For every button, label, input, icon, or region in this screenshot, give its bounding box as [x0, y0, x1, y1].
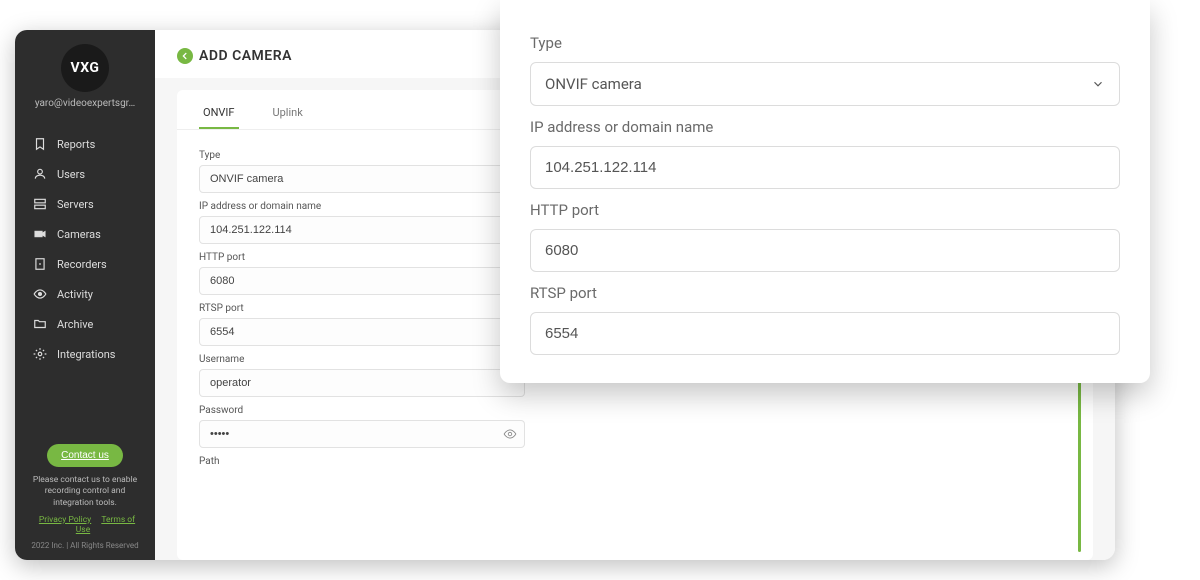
popup-http-input[interactable] — [530, 229, 1120, 272]
logo-block: VXG yaro@videoexpertsgr… — [15, 30, 155, 119]
password-input[interactable] — [199, 420, 525, 448]
back-icon[interactable] — [177, 48, 193, 64]
sidebar-label: Cameras — [57, 228, 101, 241]
label-username: Username — [199, 354, 525, 365]
sidebar-label: Integrations — [57, 348, 115, 361]
rtsp-port-input[interactable] — [199, 318, 525, 346]
popup-label-type: Type — [530, 34, 1120, 52]
camera-icon — [33, 227, 47, 241]
sidebar-item-archive[interactable]: Archive — [15, 309, 155, 339]
tab-uplink[interactable]: Uplink — [269, 98, 307, 129]
sidebar-label: Servers — [57, 198, 94, 211]
username-input[interactable] — [199, 369, 525, 397]
type-select[interactable] — [199, 165, 525, 193]
copyright: 2022 Inc. | All Rights Reserved — [27, 541, 143, 550]
tab-onvif[interactable]: ONVIF — [199, 98, 239, 129]
popup-type-select[interactable]: ONVIF camera — [530, 62, 1120, 106]
sidebar-item-cameras[interactable]: Cameras — [15, 219, 155, 249]
server-icon — [33, 197, 47, 211]
sidebar-label: Reports — [57, 138, 95, 151]
eye-icon — [33, 287, 47, 301]
eye-toggle-icon[interactable] — [503, 427, 517, 441]
label-rtsp: RTSP port — [199, 303, 525, 314]
sidebar-label: Activity — [57, 288, 93, 301]
user-email[interactable]: yaro@videoexpertsgr… — [35, 98, 135, 109]
folder-icon — [33, 317, 47, 331]
sidebar-item-integrations[interactable]: Integrations — [15, 339, 155, 369]
label-ip: IP address or domain name — [199, 201, 525, 212]
popup-label-ip: IP address or domain name — [530, 118, 1120, 136]
sidebar-item-recorders[interactable]: Recorders — [15, 249, 155, 279]
sidebar-item-servers[interactable]: Servers — [15, 189, 155, 219]
footer-note: Please contact us to enable recording co… — [27, 475, 143, 509]
label-path: Path — [199, 456, 525, 467]
popup-type-value: ONVIF camera — [545, 75, 642, 93]
sidebar-footer: Contact us Please contact us to enable r… — [15, 434, 155, 560]
form-area: Type IP address or domain name HTTP port… — [177, 130, 547, 467]
ip-input[interactable] — [199, 216, 525, 244]
popup-panel: Type ONVIF camera IP address or domain n… — [500, 0, 1150, 383]
label-type: Type — [199, 150, 525, 161]
user-icon — [33, 167, 47, 181]
label-password: Password — [199, 405, 525, 416]
page-title: ADD CAMERA — [199, 48, 292, 64]
sidebar-item-activity[interactable]: Activity — [15, 279, 155, 309]
popup-label-rtsp: RTSP port — [530, 284, 1120, 302]
popup-label-http: HTTP port — [530, 201, 1120, 219]
sidebar-item-reports[interactable]: Reports — [15, 129, 155, 159]
app-logo: VXG — [61, 44, 109, 92]
popup-rtsp-input[interactable] — [530, 312, 1120, 355]
privacy-link[interactable]: Privacy Policy — [39, 515, 91, 525]
popup-ip-input[interactable] — [530, 146, 1120, 189]
sidebar-label: Users — [57, 168, 85, 181]
http-port-input[interactable] — [199, 267, 525, 295]
label-http: HTTP port — [199, 252, 525, 263]
sidebar-item-users[interactable]: Users — [15, 159, 155, 189]
contact-button[interactable]: Contact us — [47, 444, 123, 467]
chevron-down-icon — [1091, 77, 1105, 91]
sidebar-nav: Reports Users Servers Cameras Recorders … — [15, 119, 155, 434]
gear-icon — [33, 347, 47, 361]
bookmark-icon — [33, 137, 47, 151]
sidebar-label: Archive — [57, 318, 93, 331]
recorder-icon — [33, 257, 47, 271]
sidebar-label: Recorders — [57, 258, 107, 271]
footer-links: Privacy Policy Terms of Use — [27, 515, 143, 535]
sidebar: VXG yaro@videoexpertsgr… Reports Users S… — [15, 30, 155, 560]
